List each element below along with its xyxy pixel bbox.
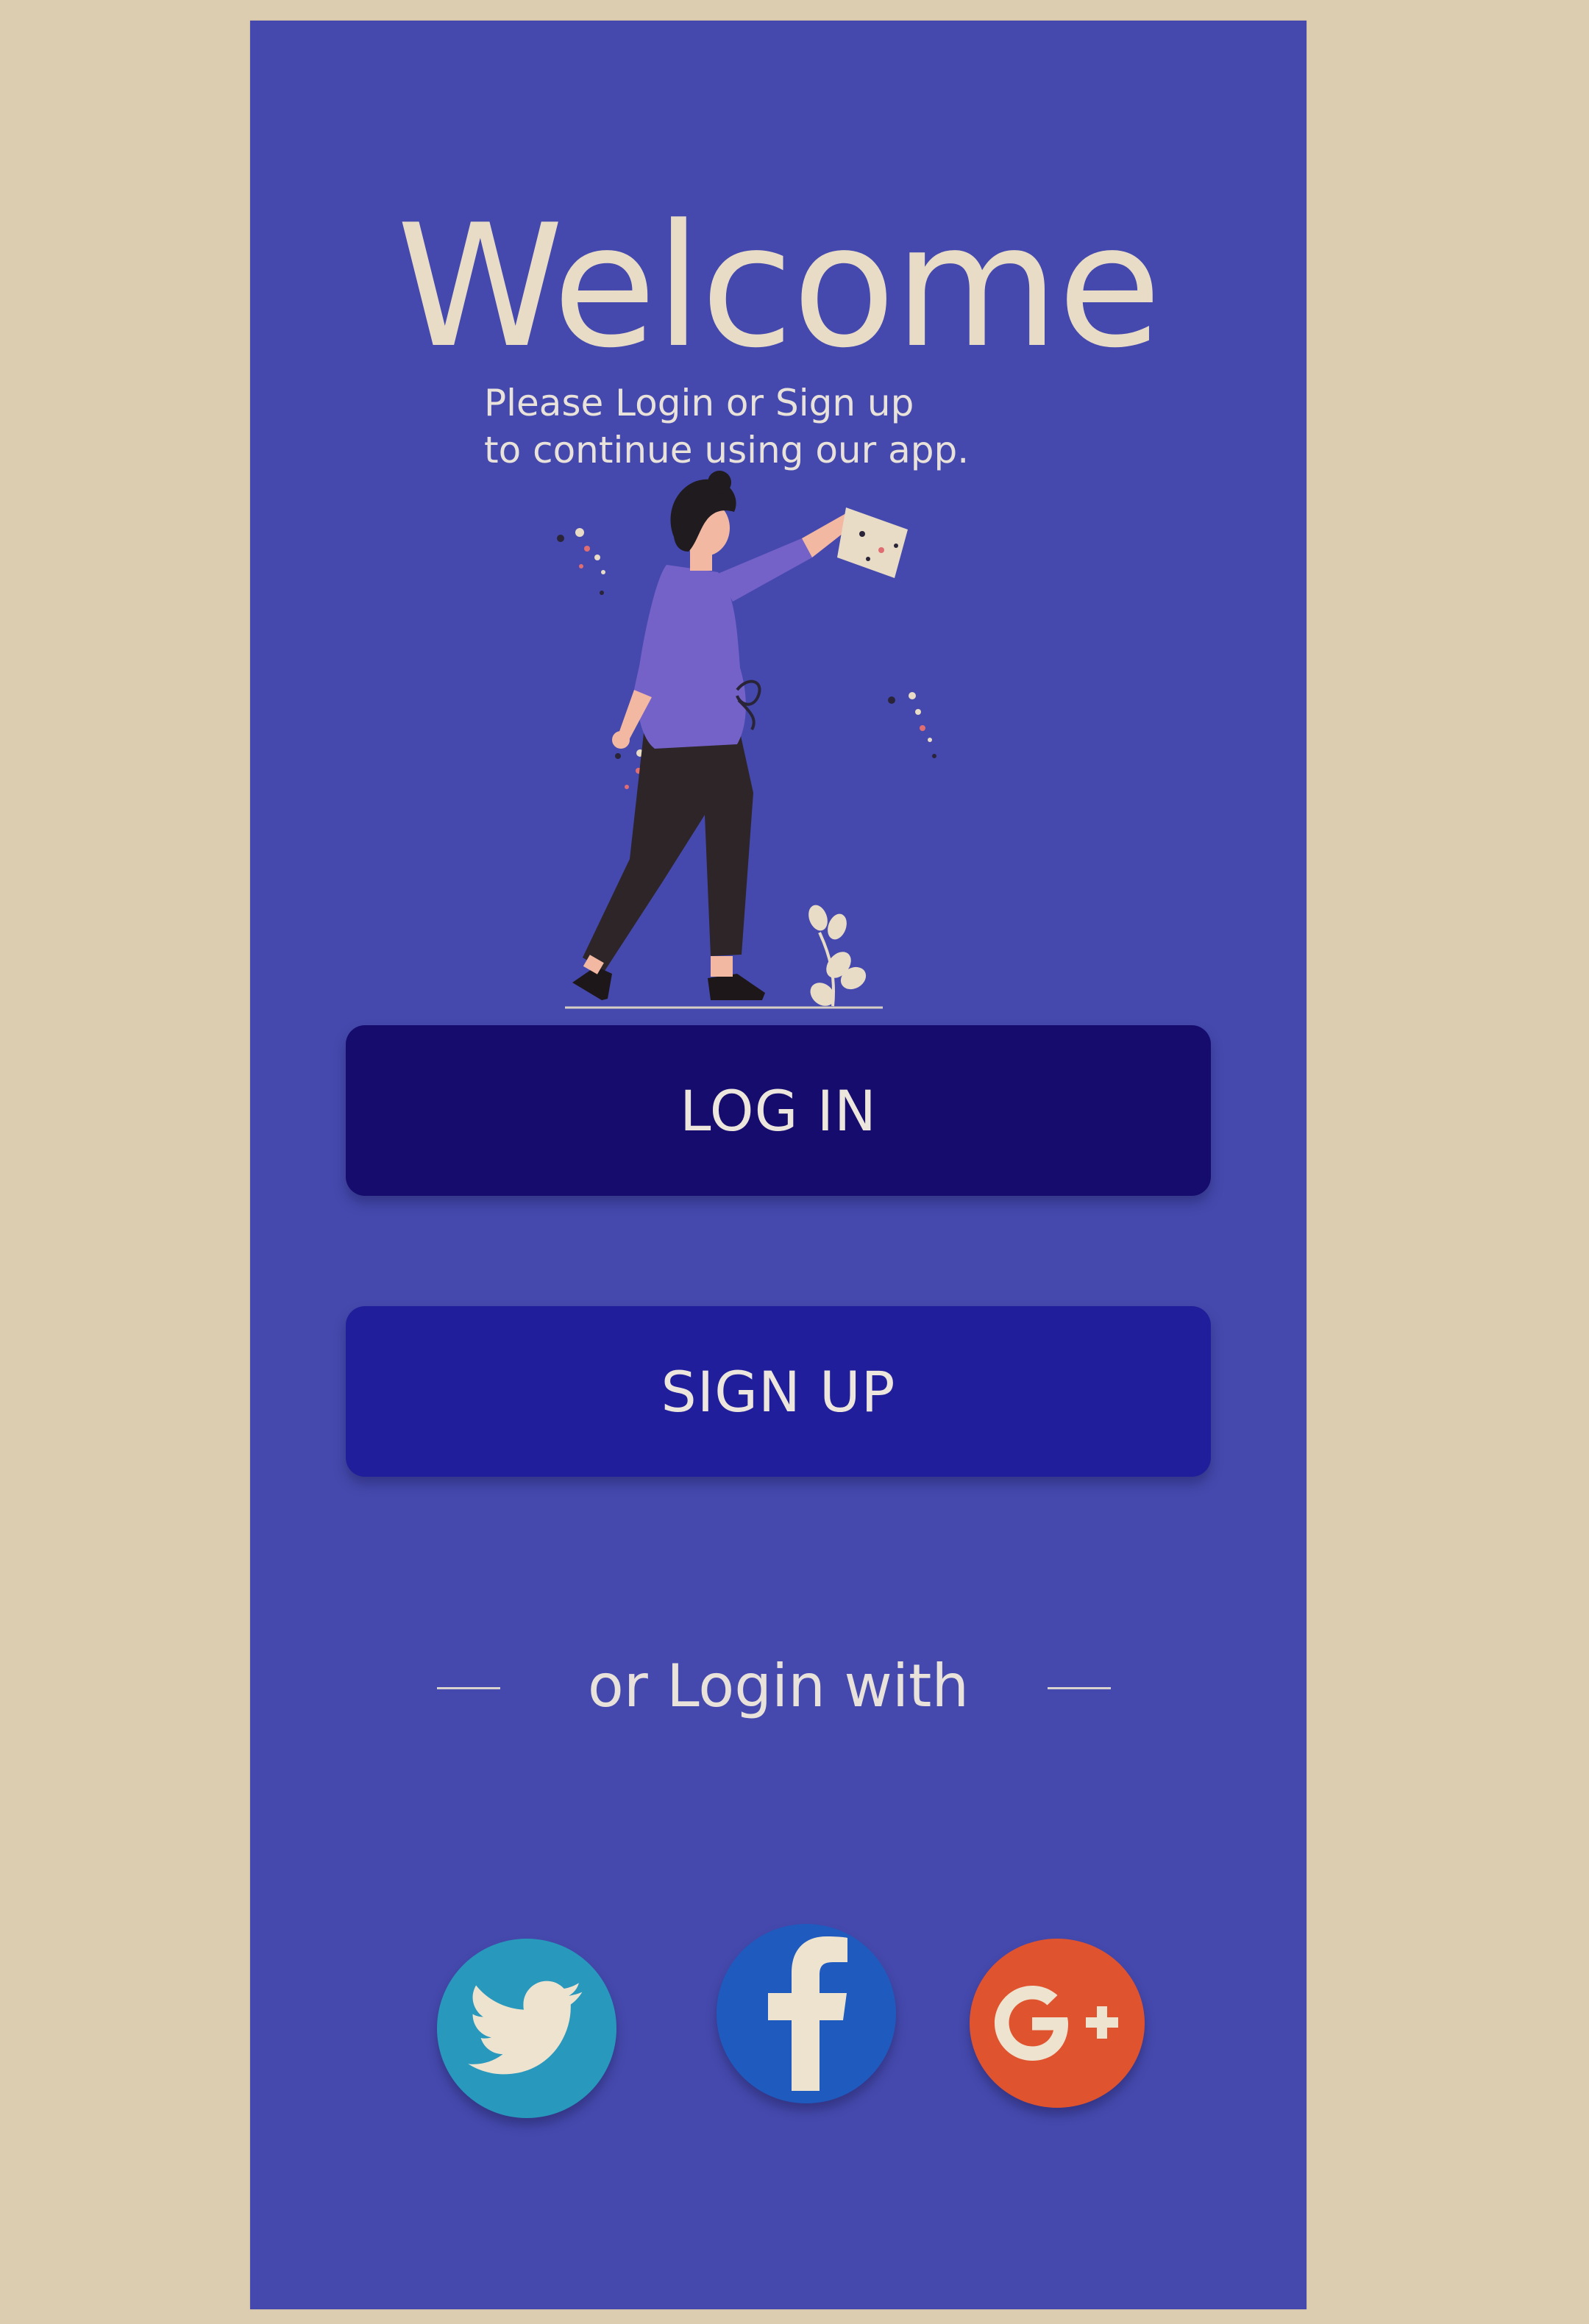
- google-plus-icon: [995, 1986, 1118, 2061]
- twitter-icon: [468, 1981, 583, 2075]
- divider-line-right: [1048, 1687, 1111, 1689]
- login-with-text: or Login with: [587, 1652, 970, 1720]
- twitter-login-button[interactable]: [437, 1939, 616, 2118]
- woman-illustration: [557, 471, 936, 1009]
- welcome-screen: Welcome Please Login or Sign up to conti…: [250, 21, 1307, 2309]
- confetti-right: [888, 692, 936, 758]
- google-plus-login-button[interactable]: [970, 1939, 1145, 2108]
- login-with-divider: or Login with: [250, 1646, 1307, 1727]
- welcome-title: Welcome: [396, 189, 1162, 385]
- facebook-login-button[interactable]: [717, 1924, 896, 2103]
- confetti-left: [557, 528, 605, 595]
- facebook-icon: [768, 1936, 847, 2091]
- login-button[interactable]: LOG IN: [346, 1025, 1211, 1196]
- plant: [808, 905, 867, 1007]
- subtitle-line-1: Please Login or Sign up: [484, 382, 914, 424]
- signup-button[interactable]: SIGN UP: [346, 1306, 1211, 1477]
